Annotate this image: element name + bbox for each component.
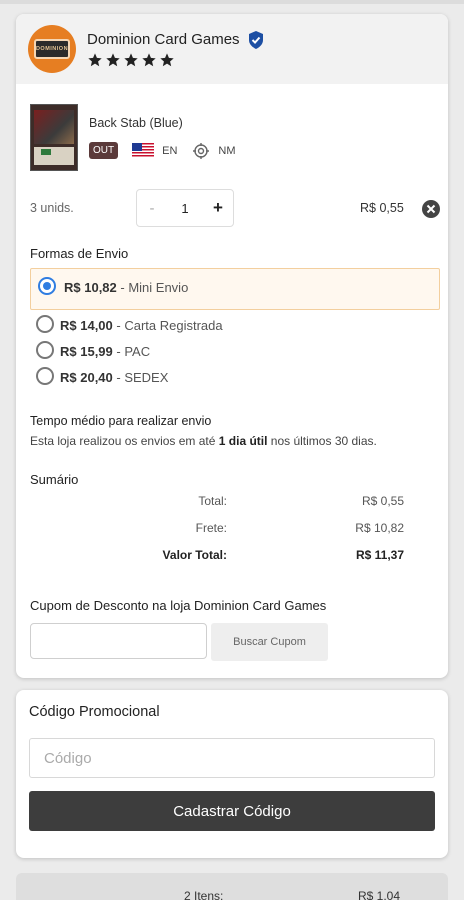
us-flag-icon (132, 143, 155, 158)
condition-label: NM (218, 144, 236, 157)
shipping-radio-carta-registrada[interactable] (36, 315, 54, 333)
remove-item-icon[interactable] (422, 200, 440, 218)
coupon-title: Cupom de Desconto na loja Dominion Card … (30, 598, 327, 613)
shipping-option-mini-envio[interactable]: R$ 10,82 - Mini Envio (64, 280, 188, 295)
summary-total-value: R$ 0,55 (361, 494, 404, 508)
stock-badge: OUT (89, 142, 119, 159)
item-price: R$ 0,55 (360, 201, 404, 215)
shipping-radio-pac[interactable] (36, 341, 54, 359)
available-units: 3 unids. (30, 201, 74, 215)
coupon-input[interactable] (30, 623, 207, 659)
star-icon (160, 52, 174, 66)
store-name[interactable]: Dominion Card Games (87, 31, 240, 48)
quantity-value[interactable]: 1 (167, 201, 203, 216)
quantity-row: 3 unids. - 1 + R$ 0,55 (30, 186, 442, 230)
shipping-option-carta-registrada[interactable]: R$ 14,00 - Carta Registrada (60, 318, 223, 333)
avg-shipping-desc: Esta loja realizou os envios em até 1 di… (30, 434, 377, 448)
shipping-option-pac[interactable]: R$ 15,99 - PAC (60, 344, 150, 359)
top-divider (0, 0, 464, 4)
summary-total-label: Total: (198, 494, 227, 508)
shipping-radio-sedex[interactable] (36, 367, 54, 385)
star-icon (88, 52, 102, 66)
verified-badge-icon (248, 30, 263, 49)
cart-footer: 2 Itens: R$ 1,04 (16, 873, 448, 900)
footer-total: R$ 1,04 (358, 889, 401, 900)
summary-title: Sumário (30, 472, 79, 487)
promo-code-card: Código Promocional Cadastrar Código (16, 690, 448, 858)
star-icon (142, 52, 156, 66)
star-icon (106, 52, 120, 66)
quantity-stepper: - 1 + (136, 189, 234, 227)
store-header: DOMINION Dominion Card Games (16, 14, 448, 84)
store-cart-card: DOMINION Dominion Card Games Back Stab (… (16, 14, 448, 678)
summary-shipping-label: Frete: (195, 521, 227, 535)
decrease-button[interactable]: - (137, 200, 167, 217)
language-label: EN (162, 144, 178, 157)
summary-shipping-value: R$ 10,82 (355, 521, 404, 535)
promo-code-input[interactable] (29, 738, 435, 778)
avg-shipping-title: Tempo médio para realizar envio (30, 414, 212, 428)
store-logo[interactable]: DOMINION (28, 25, 76, 73)
shipping-option-sedex[interactable]: R$ 20,40 - SEDEX (60, 370, 168, 385)
store-rating (87, 52, 264, 68)
condition-icon (193, 142, 210, 159)
item-name[interactable]: Back Stab (Blue) (89, 116, 183, 130)
store-logo-text: DOMINION (35, 46, 69, 52)
shipping-radio-mini-envio[interactable] (38, 277, 56, 295)
promo-title: Código Promocional (29, 704, 160, 720)
shipping-title: Formas de Envio (30, 246, 129, 261)
item-tags: OUT EN NM (89, 142, 236, 159)
star-icon (124, 52, 138, 66)
register-code-button[interactable]: Cadastrar Código (29, 791, 435, 831)
increase-button[interactable]: + (203, 198, 233, 218)
card-thumbnail[interactable] (30, 104, 78, 171)
search-coupon-button[interactable]: Buscar Cupom (211, 623, 328, 661)
summary-grand-total-value: R$ 11,37 (355, 548, 404, 562)
footer-item-count: 2 Itens: (184, 889, 224, 900)
summary-grand-total-label: Valor Total: (162, 548, 227, 562)
